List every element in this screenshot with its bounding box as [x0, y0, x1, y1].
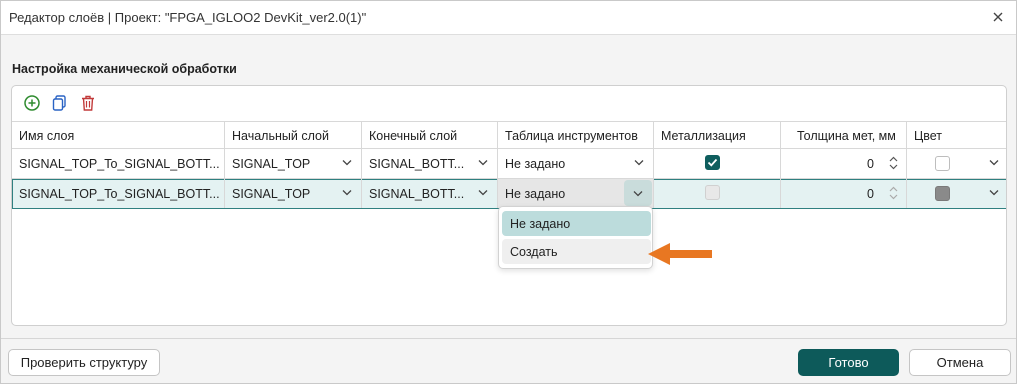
footer-divider	[1, 338, 1016, 339]
close-icon[interactable]	[990, 9, 1006, 25]
dropdown-toggle[interactable]	[624, 180, 652, 206]
tool-table-select-open[interactable]: Не задано	[498, 179, 654, 208]
tool-table-dropdown-menu: Не задано Создать	[498, 206, 653, 269]
table-header: Имя слоя Начальный слой Конечный слой Та…	[12, 121, 1006, 149]
column-header[interactable]: Таблица инструментов	[498, 122, 654, 148]
chevron-down-icon	[478, 190, 488, 196]
column-header[interactable]: Имя слоя	[12, 122, 225, 148]
table-row-selected[interactable]: SIGNAL_TOP_To_SIGNAL_BOTT... SIGNAL_TOP …	[12, 179, 1006, 209]
table-row[interactable]: SIGNAL_TOP_To_SIGNAL_BOTT... SIGNAL_TOP …	[12, 149, 1006, 179]
title-bar: Редактор слоёв | Проект: "FPGA_IGLOO2 De…	[1, 1, 1016, 35]
dropdown-option-not-set[interactable]: Не задано	[502, 211, 651, 236]
plating-checkbox[interactable]	[705, 155, 720, 170]
panel-toolbar	[12, 86, 1006, 121]
chevron-down-icon	[342, 190, 352, 196]
color-swatch	[935, 156, 950, 171]
start-layer-select[interactable]: SIGNAL_TOP	[225, 179, 362, 208]
start-layer-select[interactable]: SIGNAL_TOP	[225, 149, 362, 178]
chevron-down-icon	[989, 160, 999, 166]
column-header[interactable]: Металлизация	[654, 122, 781, 148]
tool-table-select[interactable]: Не задано	[498, 149, 654, 178]
plating-checkbox-disabled	[705, 185, 720, 200]
spinner-icon[interactable]	[889, 156, 898, 170]
thickness-stepper[interactable]: 0	[781, 149, 907, 178]
end-layer-select[interactable]: SIGNAL_BOTT...	[362, 149, 498, 178]
section-title: Настройка механической обработки	[12, 62, 237, 76]
plating-cell	[654, 149, 781, 178]
add-circle-icon[interactable]	[23, 94, 41, 112]
layer-name-cell[interactable]: SIGNAL_TOP_To_SIGNAL_BOTT...	[12, 179, 225, 208]
plating-cell	[654, 179, 781, 208]
dropdown-option-create[interactable]: Создать	[502, 239, 651, 264]
spinner-icon	[889, 186, 898, 200]
layer-name-cell[interactable]: SIGNAL_TOP_To_SIGNAL_BOTT...	[12, 149, 225, 178]
chevron-down-icon	[634, 160, 644, 166]
copy-icon[interactable]	[51, 94, 69, 112]
color-swatch	[935, 186, 950, 201]
end-layer-select[interactable]: SIGNAL_BOTT...	[362, 179, 498, 208]
chevron-down-icon	[989, 190, 999, 196]
column-header[interactable]: Цвет	[907, 122, 1006, 148]
cancel-button[interactable]: Отмена	[909, 349, 1011, 376]
trash-icon[interactable]	[79, 94, 97, 112]
done-button[interactable]: Готово	[798, 349, 899, 376]
column-header[interactable]: Толщина мет, мм	[781, 122, 907, 148]
color-select[interactable]	[907, 149, 1006, 178]
column-header[interactable]: Конечный слой	[362, 122, 498, 148]
column-header[interactable]: Начальный слой	[225, 122, 362, 148]
annotation-arrow-icon	[648, 243, 712, 265]
layer-editor-window: Редактор слоёв | Проект: "FPGA_IGLOO2 De…	[0, 0, 1017, 384]
chevron-down-icon	[633, 191, 643, 197]
color-select[interactable]	[907, 179, 1006, 208]
window-title: Редактор слоёв | Проект: "FPGA_IGLOO2 De…	[9, 10, 367, 25]
chevron-down-icon	[342, 160, 352, 166]
check-structure-button[interactable]: Проверить структуру	[8, 349, 160, 376]
thickness-stepper-disabled: 0	[781, 179, 907, 208]
chevron-down-icon	[478, 160, 488, 166]
check-icon	[707, 158, 718, 167]
